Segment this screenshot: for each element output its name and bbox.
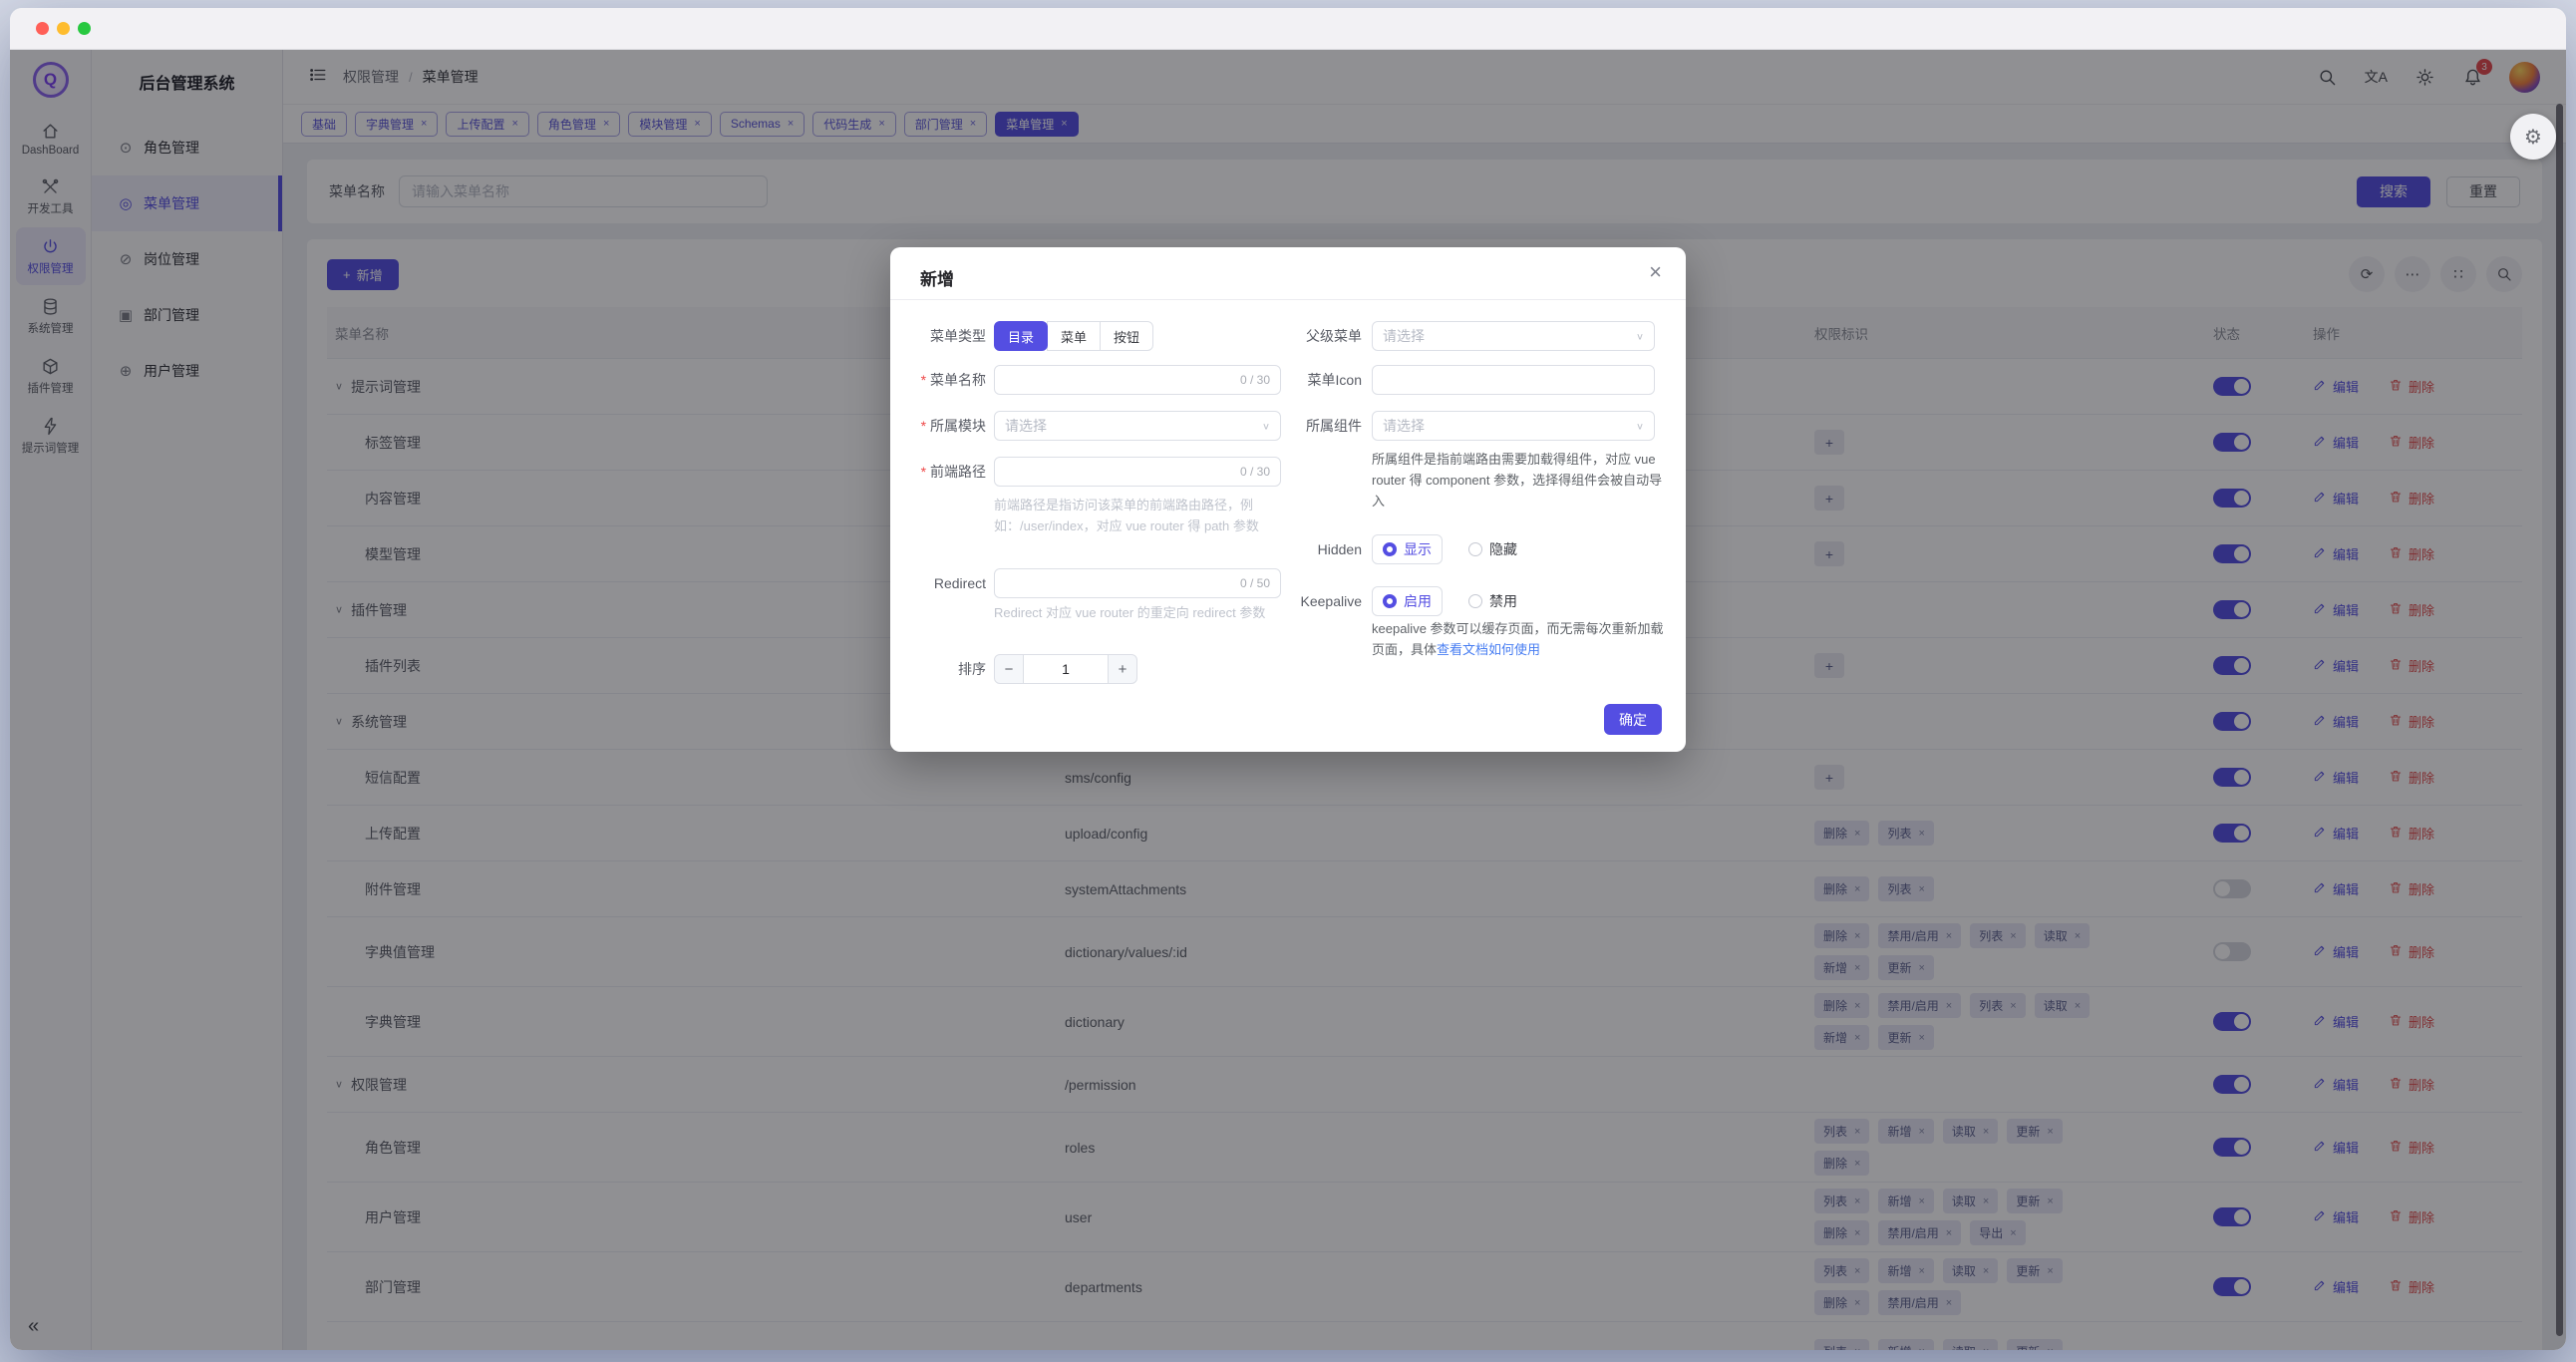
hidden-hide-label: 隐藏	[1489, 539, 1517, 559]
path-counter: 0 / 30	[1240, 465, 1270, 479]
stepper-plus-button[interactable]: +	[1108, 654, 1137, 684]
module-placeholder: 请选择	[1005, 416, 1047, 436]
component-help: 所属组件是指前端路由需要加载得组件，对应 vue router 得 compon…	[1372, 449, 1663, 511]
parent-menu-label: 父级菜单	[1274, 326, 1362, 346]
chevron-down-icon: ∨	[1636, 330, 1644, 341]
parent-menu-placeholder: 请选择	[1383, 326, 1425, 346]
menu-type-label: 菜单类型	[920, 326, 986, 346]
macos-titlebar	[10, 8, 2566, 50]
redirect-help: Redirect 对应 vue router 的重定向 redirect 参数	[994, 602, 1285, 623]
keepalive-row: Keepalive 启用 禁用	[1274, 586, 1655, 616]
parent-menu-select[interactable]: 请选择 ∨	[1372, 321, 1655, 351]
component-row: 所属组件 请选择 ∨	[1274, 411, 1655, 441]
segment-menu[interactable]: 菜单	[1047, 321, 1101, 351]
module-row: 所属模块 请选择 ∨	[920, 411, 1281, 441]
path-label: 前端路径	[920, 462, 986, 482]
parent-menu-row: 父级菜单 请选择 ∨	[1274, 321, 1655, 351]
component-select[interactable]: 请选择 ∨	[1372, 411, 1655, 441]
keepalive-label: Keepalive	[1274, 593, 1362, 609]
sort-label: 排序	[920, 659, 986, 679]
keepalive-on-label: 启用	[1404, 591, 1432, 611]
menu-name-field[interactable]: 0 / 30	[994, 365, 1281, 395]
redirect-counter: 0 / 50	[1240, 576, 1270, 590]
confirm-button[interactable]: 确定	[1604, 704, 1662, 735]
chevron-down-icon: ∨	[1262, 420, 1270, 431]
component-placeholder: 请选择	[1383, 416, 1425, 436]
segment-directory[interactable]: 目录	[994, 321, 1048, 351]
settings-gear-icon[interactable]: ⚙	[2510, 114, 2556, 160]
keepalive-help: keepalive 参数可以缓存页面，而无需每次重新加载页面，具体查看文档如何使…	[1372, 618, 1667, 660]
path-row: 前端路径 0 / 30	[920, 457, 1281, 487]
hidden-show-radio[interactable]: 显示	[1372, 534, 1443, 564]
menu-type-row: 菜单类型 目录 菜单 按钮	[920, 321, 1281, 351]
sort-stepper: − 1 +	[994, 654, 1137, 684]
app-window: Q DashBoard开发工具权限管理系统管理插件管理提示词管理 « 后台管理系…	[10, 8, 2566, 1350]
add-menu-modal: 新增 × 菜单类型 目录 菜单 按钮 父级菜单 请选择 ∨ 菜单名称 0 / 30…	[890, 247, 1686, 752]
segment-button[interactable]: 按钮	[1100, 321, 1153, 351]
stepper-value[interactable]: 1	[1024, 654, 1108, 684]
chevron-down-icon: ∨	[1636, 420, 1644, 431]
menu-icon-field[interactable]	[1372, 365, 1655, 395]
module-select[interactable]: 请选择 ∨	[994, 411, 1281, 441]
redirect-field[interactable]: 0 / 50	[994, 568, 1281, 598]
menu-name-row: 菜单名称 0 / 30	[920, 365, 1281, 395]
module-label: 所属模块	[920, 416, 986, 436]
path-help: 前端路径是指访问该菜单的前端路由路径，例如：/user/index，对应 vue…	[994, 495, 1285, 536]
menu-type-segment: 目录 菜单 按钮	[994, 321, 1153, 351]
redirect-label: Redirect	[920, 575, 986, 591]
keepalive-off-radio[interactable]: 禁用	[1468, 586, 1517, 616]
hidden-hide-radio[interactable]: 隐藏	[1468, 534, 1517, 564]
zoom-traffic-light[interactable]	[78, 22, 91, 35]
component-label: 所属组件	[1274, 416, 1362, 436]
keepalive-doc-link[interactable]: 查看文档如何使用	[1437, 642, 1540, 657]
modal-title: 新增	[920, 265, 954, 290]
close-traffic-light[interactable]	[36, 22, 49, 35]
redirect-row: Redirect 0 / 50	[920, 568, 1281, 598]
hidden-show-label: 显示	[1404, 539, 1432, 559]
menu-name-counter: 0 / 30	[1240, 373, 1270, 387]
menu-name-label: 菜单名称	[920, 370, 986, 390]
keepalive-off-label: 禁用	[1489, 591, 1517, 611]
keepalive-on-radio[interactable]: 启用	[1372, 586, 1443, 616]
close-icon[interactable]: ×	[1649, 259, 1662, 285]
menu-icon-label: 菜单Icon	[1274, 370, 1362, 390]
hidden-row: Hidden 显示 隐藏	[1274, 534, 1655, 564]
path-field[interactable]: 0 / 30	[994, 457, 1281, 487]
minimize-traffic-light[interactable]	[57, 22, 70, 35]
menu-icon-row: 菜单Icon	[1274, 365, 1655, 395]
sort-row: 排序 − 1 +	[920, 654, 1281, 684]
stepper-minus-button[interactable]: −	[994, 654, 1024, 684]
hidden-label: Hidden	[1274, 541, 1362, 557]
